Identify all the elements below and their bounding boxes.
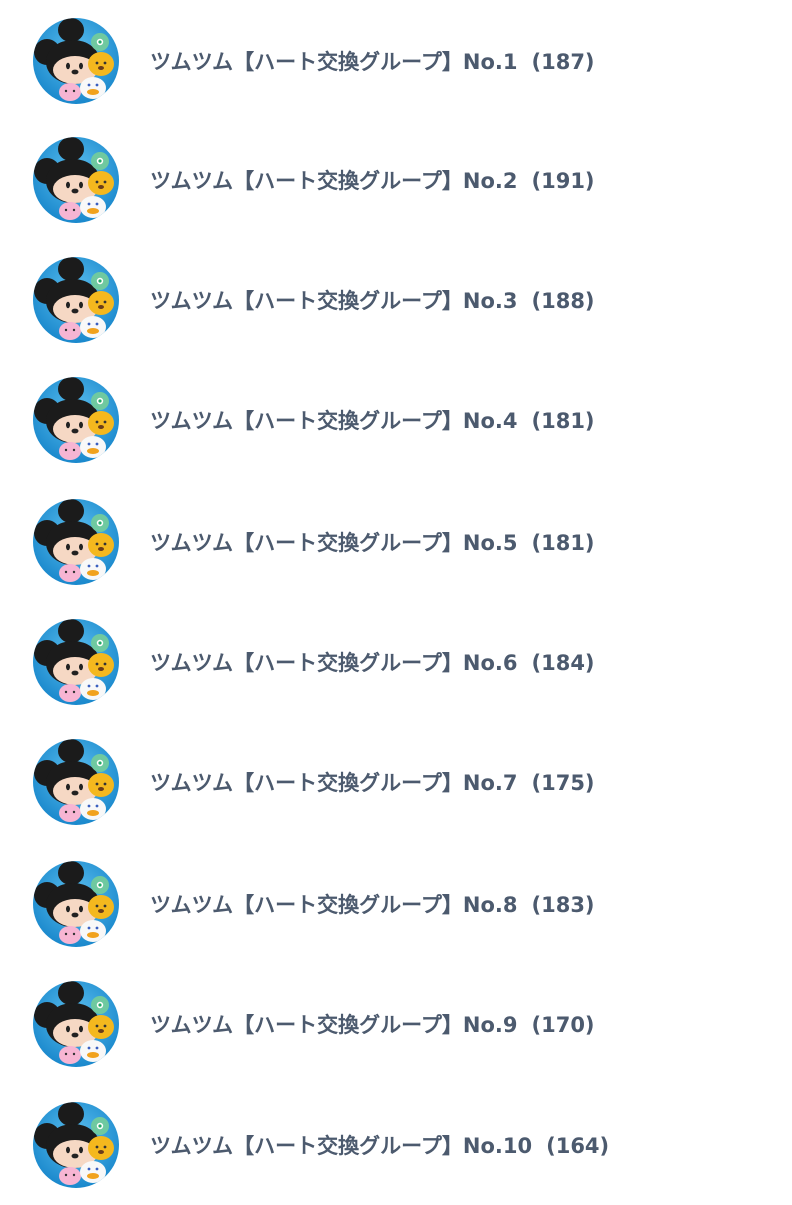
- tsum-tsum-group-icon: [33, 256, 119, 343]
- tsum-tsum-group-icon: [33, 980, 119, 1067]
- group-name-label: ツムツム【ハート交換グループ】No.2 (191): [150, 165, 595, 195]
- member-count: (184): [531, 650, 595, 675]
- group-avatar: [33, 376, 119, 463]
- tsum-tsum-group-icon: [33, 136, 119, 223]
- group-name: ツムツム【ハート交換グループ】No.7: [150, 770, 518, 795]
- group-name: ツムツム【ハート交換グループ】No.5: [150, 530, 518, 555]
- member-count: (183): [531, 892, 595, 917]
- group-name-label: ツムツム【ハート交換グループ】No.10 (164): [150, 1130, 609, 1160]
- tsum-tsum-group-icon: [33, 860, 119, 947]
- group-name-label: ツムツム【ハート交換グループ】No.5 (181): [150, 527, 595, 557]
- group-row[interactable]: ツムツム【ハート交換グループ】No.1 (187): [0, 0, 792, 121]
- group-row[interactable]: ツムツム【ハート交換グループ】No.4 (181): [0, 359, 792, 480]
- group-row[interactable]: ツムツム【ハート交換グループ】No.2 (191): [0, 119, 792, 240]
- group-name: ツムツム【ハート交換グループ】No.2: [150, 168, 518, 193]
- tsum-tsum-group-icon: [33, 738, 119, 825]
- group-row[interactable]: ツムツム【ハート交換グループ】No.7 (175): [0, 721, 792, 842]
- group-name: ツムツム【ハート交換グループ】No.6: [150, 650, 518, 675]
- tsum-tsum-group-icon: [33, 376, 119, 463]
- tsum-tsum-group-icon: [33, 618, 119, 705]
- group-name-label: ツムツム【ハート交換グループ】No.9 (170): [150, 1009, 595, 1039]
- group-name: ツムツム【ハート交換グループ】No.3: [150, 288, 518, 313]
- group-row[interactable]: ツムツム【ハート交換グループ】No.5 (181): [0, 481, 792, 602]
- member-count: (187): [531, 49, 595, 74]
- group-avatar: [33, 136, 119, 223]
- group-avatar: [33, 256, 119, 343]
- group-row[interactable]: ツムツム【ハート交換グループ】No.10 (164): [0, 1084, 792, 1205]
- group-avatar: [33, 860, 119, 947]
- group-list: ツムツム【ハート交換グループ】No.1 (187) ツムツム【ハート交換グループ】…: [0, 0, 792, 1200]
- group-row[interactable]: ツムツム【ハート交換グループ】No.6 (184): [0, 601, 792, 722]
- group-name-label: ツムツム【ハート交換グループ】No.1 (187): [150, 46, 595, 76]
- group-row[interactable]: ツムツム【ハート交換グループ】No.9 (170): [0, 963, 792, 1084]
- member-count: (170): [531, 1012, 595, 1037]
- group-name: ツムツム【ハート交換グループ】No.1: [150, 49, 518, 74]
- group-avatar: [33, 1101, 119, 1188]
- group-name-label: ツムツム【ハート交換グループ】No.8 (183): [150, 889, 595, 919]
- group-row[interactable]: ツムツム【ハート交換グループ】No.8 (183): [0, 843, 792, 964]
- member-count: (175): [531, 770, 595, 795]
- group-name: ツムツム【ハート交換グループ】No.10: [150, 1133, 533, 1158]
- tsum-tsum-group-icon: [33, 498, 119, 585]
- group-name: ツムツム【ハート交換グループ】No.8: [150, 892, 518, 917]
- member-count: (188): [531, 288, 595, 313]
- group-name-label: ツムツム【ハート交換グループ】No.4 (181): [150, 405, 595, 435]
- member-count: (191): [531, 168, 595, 193]
- group-name-label: ツムツム【ハート交換グループ】No.6 (184): [150, 647, 595, 677]
- group-avatar: [33, 498, 119, 585]
- tsum-tsum-group-icon: [33, 1101, 119, 1188]
- member-count: (181): [531, 530, 595, 555]
- group-name: ツムツム【ハート交換グループ】No.4: [150, 408, 518, 433]
- tsum-tsum-group-icon: [33, 17, 119, 104]
- group-name: ツムツム【ハート交換グループ】No.9: [150, 1012, 518, 1037]
- member-count: (164): [546, 1133, 610, 1158]
- group-avatar: [33, 980, 119, 1067]
- member-count: (181): [531, 408, 595, 433]
- group-name-label: ツムツム【ハート交換グループ】No.7 (175): [150, 767, 595, 797]
- group-name-label: ツムツム【ハート交換グループ】No.3 (188): [150, 285, 595, 315]
- group-avatar: [33, 738, 119, 825]
- group-avatar: [33, 17, 119, 104]
- group-avatar: [33, 618, 119, 705]
- group-row[interactable]: ツムツム【ハート交換グループ】No.3 (188): [0, 239, 792, 360]
